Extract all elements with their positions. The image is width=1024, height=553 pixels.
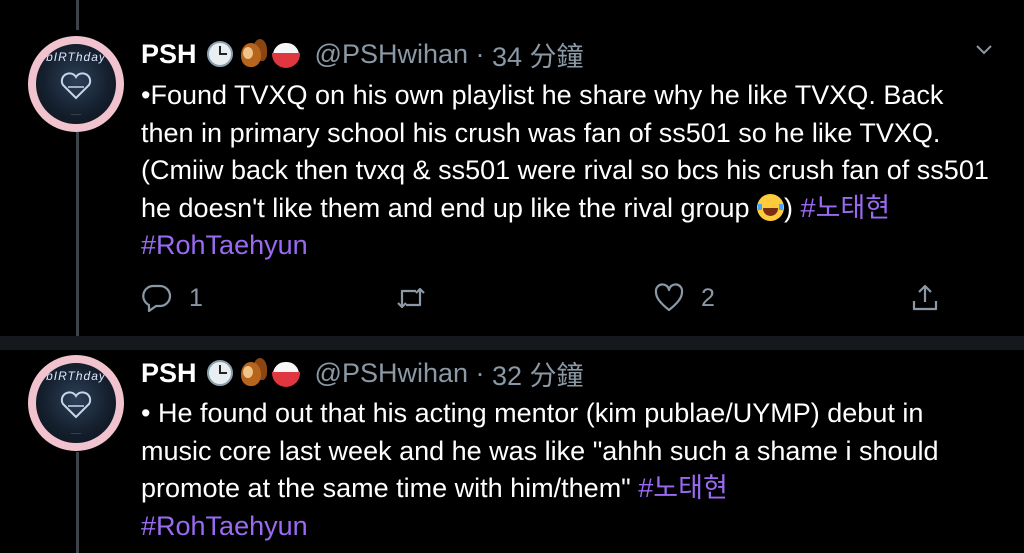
separator: · [468,38,493,69]
hashtag-link[interactable]: #RohTaehyun [141,230,308,260]
share-button[interactable] [909,282,941,314]
chipmunk-emoji-icon [237,358,267,388]
tweet-header: PSH @PSHwihan · 32 分鐘 [141,355,584,391]
display-name[interactable]: PSH [141,358,197,389]
heart-icon [654,283,684,312]
rice-bowl-emoji-icon [271,359,301,387]
chevron-down-icon[interactable] [976,42,992,58]
hashtag-link[interactable]: #RohTaehyun [141,511,308,541]
reply-count: 1 [189,283,203,312]
timestamp[interactable]: 34 分鐘 [492,35,584,74]
timestamp[interactable]: 32 分鐘 [492,354,584,393]
tweet-text: • He found out that his acting mentor (k… [141,395,1001,545]
hashtag-link[interactable]: #노태현 [801,193,891,223]
display-name[interactable]: PSH [141,39,197,70]
clock-emoji-icon [206,360,233,386]
separator: · [468,357,493,388]
avatar-text: bIRThday [46,369,106,383]
reply-icon [142,284,172,313]
reply-button[interactable]: 1 [141,282,203,314]
hashtag-link[interactable]: #노태현 [638,473,728,503]
avatar-subtext: ····· [71,431,81,437]
avatar-subtext: ····· [71,112,81,118]
like-count: 2 [701,283,715,312]
heart-logo-icon [60,391,92,419]
avatar[interactable]: bIRThday ····· [28,355,124,451]
tweet-1[interactable]: bIRThday ····· PSH @PSHwihan · 34 分鐘 •Fo… [0,0,1024,336]
user-handle[interactable]: @PSHwihan [315,39,468,70]
laughing-tears-emoji-icon [757,193,785,221]
like-button[interactable]: 2 [653,282,715,314]
retweet-icon [397,287,425,309]
share-icon [912,284,938,311]
heart-logo-icon [60,72,92,100]
tweet-body-after: ) [784,192,801,223]
retweet-button[interactable] [395,282,427,314]
avatar[interactable]: bIRThday ····· [28,36,124,132]
chipmunk-emoji-icon [237,39,267,69]
name-emojis [206,358,301,388]
user-handle[interactable]: @PSHwihan [315,358,468,389]
tweet-actions: 1 2 [141,282,941,318]
tweet-2[interactable]: bIRThday ····· PSH @PSHwihan · 32 分鐘 • H… [0,350,1024,553]
tweet-header: PSH @PSHwihan · 34 分鐘 [141,36,584,72]
clock-emoji-icon [206,41,233,67]
avatar-text: bIRThday [46,50,106,64]
rice-bowl-emoji-icon [271,40,301,68]
tweet-text: •Found TVXQ on his own playlist he share… [141,77,1001,265]
tweet-divider [0,336,1024,350]
name-emojis [206,39,301,69]
tweet-body: • He found out that his acting mentor (k… [141,398,939,503]
